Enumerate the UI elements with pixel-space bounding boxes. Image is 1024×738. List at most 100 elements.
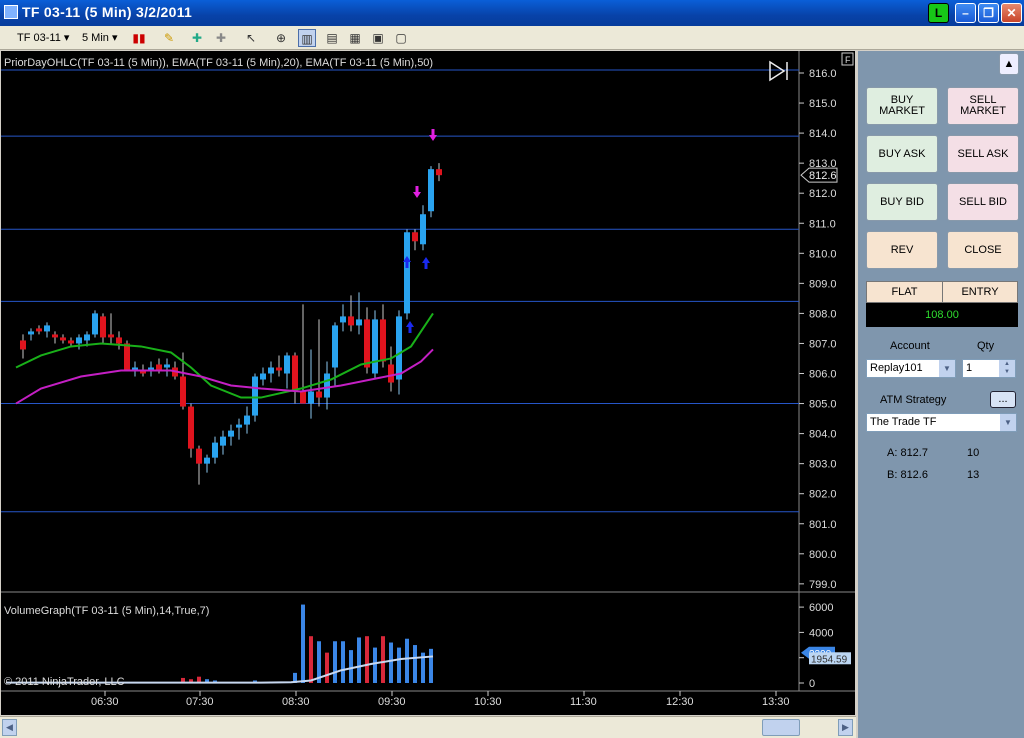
candle-body: [60, 337, 66, 341]
candle-body: [348, 316, 354, 326]
candle-body: [268, 367, 274, 374]
f-marker: F: [845, 55, 851, 65]
close-position-button[interactable]: CLOSE: [947, 231, 1019, 269]
sell-market-button[interactable]: SELL MARKET: [947, 87, 1019, 125]
price-tick-label: 811.0: [809, 218, 836, 230]
volume-bar: [381, 636, 385, 683]
strategy-icon[interactable]: ✚: [212, 29, 230, 47]
candle-body: [220, 436, 226, 446]
candle-body: [388, 364, 394, 383]
volume-indicator-label: VolumeGraph(TF 03-11 (5 Min),14,True,7): [4, 605, 209, 617]
instrument-selector[interactable]: TF 03-11 ▾: [17, 30, 69, 46]
properties-icon[interactable]: ▦: [346, 29, 364, 47]
chart-window: TF 03-11 (5 Min) 3/2/2011 L – ❐ ✕ TF 03-…: [0, 0, 1024, 738]
buy-bid-button[interactable]: BUY BID: [866, 183, 938, 221]
time-tick-label: 10:30: [474, 696, 502, 708]
price-chart[interactable]: 816.0 815.0 814.0 813.0 812.0 811.0 810.0 809.0…: [1, 51, 855, 715]
price-tick-label: 803.0: [809, 459, 837, 471]
chart-scrollbar[interactable]: ◀ ▶: [0, 716, 856, 738]
volume-bar: [341, 641, 345, 683]
volume-bar: [389, 642, 393, 683]
time-tick-label: 07:30: [186, 696, 214, 708]
zoom-icon[interactable]: ⊕: [272, 29, 290, 47]
bid-size: 13: [967, 469, 980, 481]
price-tick-label: 800.0: [809, 549, 837, 561]
qty-label: Qty: [977, 340, 995, 352]
buy-signal-arrow: [406, 321, 414, 333]
atm-strategy-select[interactable]: The Trade TF ▼: [866, 413, 1017, 432]
bar-type-icon[interactable]: ▮▮: [130, 29, 148, 47]
app-icon: [4, 5, 18, 19]
save-icon[interactable]: ▣: [369, 29, 387, 47]
volume-tick-label: 4000: [809, 627, 833, 639]
scroll-thumb[interactable]: [762, 719, 800, 736]
price-tick-label: 812.0: [809, 188, 837, 200]
chart-trader-icon[interactable]: ▥: [298, 29, 316, 47]
ema50-line: [15, 348, 434, 405]
window-title: TF 03-11 (5 Min) 3/2/2011: [22, 4, 193, 20]
volume-bar: [325, 652, 329, 683]
buy-market-button[interactable]: BUY MARKET: [866, 87, 938, 125]
price-tick-label: 809.0: [809, 278, 837, 290]
sell-ask-button[interactable]: SELL ASK: [947, 135, 1019, 173]
stepper-icon: ▲ ▼: [999, 360, 1015, 377]
candle-body: [284, 355, 290, 374]
copyright-text: © 2011 NinjaTrader, LLC: [4, 676, 125, 688]
cursor-icon[interactable]: ↖: [242, 29, 260, 47]
indicator-icon[interactable]: ✚: [188, 29, 206, 47]
minimize-icon[interactable]: –: [955, 3, 976, 23]
price-tick-label: 807.0: [809, 338, 837, 350]
entry-header: ENTRY: [942, 281, 1018, 303]
candle-body: [436, 169, 442, 176]
time-tick-label: 08:30: [282, 696, 310, 708]
candle-body: [244, 415, 250, 425]
price-tick-label: 814.0: [809, 128, 837, 140]
pnl-value: 108.00: [866, 303, 1018, 327]
volume-bar: [365, 636, 369, 683]
candle-body: [260, 373, 266, 380]
qty-stepper[interactable]: 1 ▲ ▼: [962, 359, 1016, 378]
scroll-left-icon[interactable]: ◀: [2, 719, 17, 736]
sell-signal-arrow: [429, 129, 437, 141]
close-icon[interactable]: ✕: [1001, 3, 1022, 23]
restore-icon[interactable]: ❐: [978, 3, 999, 23]
draw-pencil-icon[interactable]: ✎: [160, 29, 178, 47]
candle-body: [292, 355, 298, 392]
interval-selector[interactable]: 5 Min ▾: [82, 30, 117, 46]
candle-body: [76, 337, 82, 344]
atm-strategy-label: ATM Strategy: [880, 394, 947, 406]
candle-body: [356, 319, 362, 326]
volume-bar: [333, 641, 337, 683]
price-tick-label: 802.0: [809, 489, 837, 501]
ask-size: 10: [967, 447, 980, 459]
account-select[interactable]: Replay101 ▼: [866, 359, 956, 378]
candle-body: [36, 328, 42, 332]
reverse-button[interactable]: REV: [866, 231, 938, 269]
candle-body: [52, 334, 58, 338]
link-badge[interactable]: L: [928, 3, 949, 23]
candle-body: [188, 406, 194, 449]
price-tick-label: 806.0: [809, 369, 837, 381]
ema20-line: [15, 312, 434, 399]
candle-body: [252, 376, 258, 416]
time-tick-label: 12:30: [666, 696, 694, 708]
price-tick-label: 801.0: [809, 519, 837, 531]
buy-ask-button[interactable]: BUY ASK: [866, 135, 938, 173]
price-tick-label: 799.0: [809, 579, 837, 591]
sell-bid-button[interactable]: SELL BID: [947, 183, 1019, 221]
candle-body: [300, 391, 306, 404]
data-box-icon[interactable]: ▤: [323, 29, 341, 47]
collapse-panel-icon[interactable]: ▲: [999, 53, 1019, 75]
scroll-right-icon[interactable]: ▶: [838, 719, 853, 736]
volume-bar: [405, 638, 409, 683]
candle-body: [396, 316, 402, 380]
template-icon[interactable]: ▢: [392, 29, 410, 47]
time-tick-label: 11:30: [570, 696, 597, 708]
price-tick-label: 808.0: [809, 308, 837, 320]
title-bar: TF 03-11 (5 Min) 3/2/2011 L – ❐ ✕: [0, 0, 1024, 26]
candle-body: [100, 316, 106, 338]
chart-toolbar: TF 03-11 ▾ 5 Min ▾ ▮▮ ✎ ✚ ✚ ↖ ⊕ ▥ ▤ ▦ ▣ …: [0, 26, 1024, 50]
candle-body: [364, 319, 370, 368]
volume-bar: [301, 604, 305, 683]
atm-edit-button[interactable]: ...: [990, 391, 1016, 408]
